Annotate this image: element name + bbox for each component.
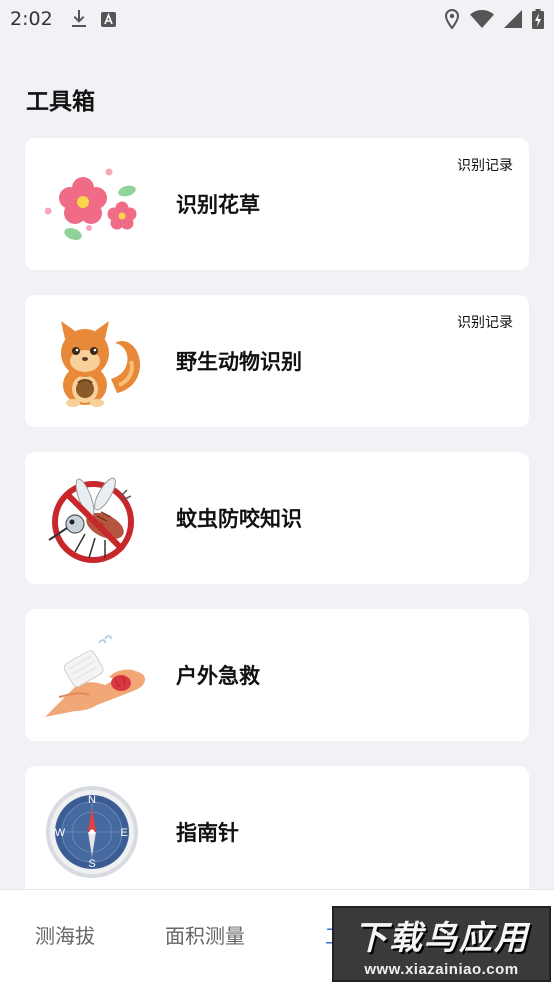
- tool-label: 蚊虫防咬知识: [176, 507, 302, 531]
- battery-charging-icon: [532, 9, 544, 29]
- watermark-url: www.xiazainiao.com: [364, 960, 519, 978]
- svg-text:S: S: [88, 858, 95, 870]
- tool-card-compass[interactable]: N S E W 指南针: [25, 766, 529, 898]
- download-icon: [71, 10, 87, 28]
- nav-item-area-measure[interactable]: 面积测量: [165, 920, 245, 949]
- bandage-hand-icon: [45, 625, 145, 725]
- tool-card-flower-identify[interactable]: 识别花草 识别记录: [25, 138, 529, 270]
- watermark: 下载鸟应用 www.xiazainiao.com: [332, 906, 551, 982]
- tool-label: 野生动物识别: [176, 350, 302, 374]
- watermark-text: 下载鸟应用: [354, 918, 529, 956]
- history-link[interactable]: 识别记录: [457, 155, 513, 175]
- tool-label: 指南针: [176, 821, 239, 845]
- svg-text:W: W: [55, 827, 66, 839]
- wifi-icon: [470, 10, 494, 28]
- nav-item-altitude[interactable]: 测海拔: [35, 920, 95, 949]
- tool-label: 识别花草: [176, 193, 260, 217]
- squirrel-icon: [45, 311, 145, 411]
- tool-card-first-aid[interactable]: 户外急救: [25, 609, 529, 741]
- tool-list: 识别花草 识别记录 野生动物识别 识别记录 蚊虫防咬知识 户外急救 N S E …: [25, 138, 529, 923]
- no-mosquito-icon: [45, 468, 145, 568]
- svg-text:E: E: [120, 827, 127, 839]
- tool-label: 户外急救: [176, 664, 260, 688]
- font-a-icon: [100, 11, 116, 27]
- compass-icon: N S E W: [45, 782, 145, 882]
- history-link[interactable]: 识别记录: [457, 312, 513, 332]
- location-icon: [444, 9, 460, 29]
- tool-card-wildlife-identify[interactable]: 野生动物识别 识别记录: [25, 295, 529, 427]
- tool-card-mosquito-knowledge[interactable]: 蚊虫防咬知识: [25, 452, 529, 584]
- page-title: 工具箱: [26, 89, 95, 115]
- svg-text:N: N: [88, 794, 96, 806]
- flower-icon: [45, 154, 145, 254]
- status-time: 2:02: [10, 8, 53, 30]
- signal-icon: [504, 10, 522, 28]
- status-bar: 2:02: [0, 0, 554, 38]
